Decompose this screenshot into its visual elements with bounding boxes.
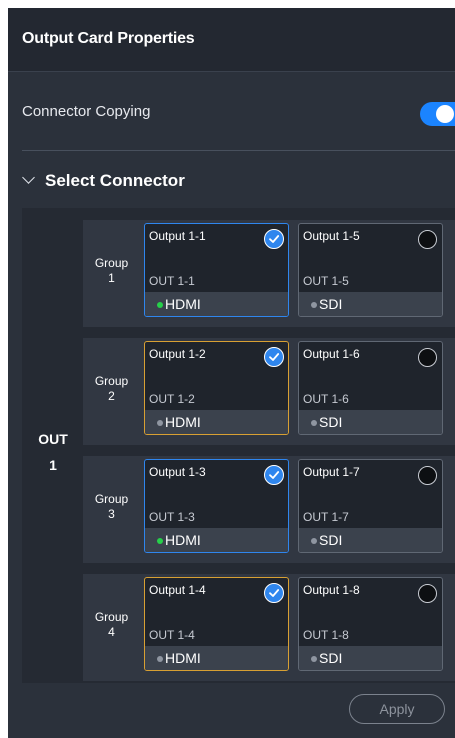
- group-label: Group 4: [83, 610, 140, 640]
- check-circle-icon[interactable]: [264, 465, 284, 485]
- connector-type-bar: SDI: [299, 646, 442, 670]
- connector-group: Group 3 Output 1-3 OUT 1-3 HDMI Output 1-7 OUT…: [83, 456, 455, 563]
- group-label: Group 3: [83, 492, 140, 522]
- output-card-subtitle: OUT 1-1: [149, 274, 195, 288]
- connector-type-label: HDMI: [165, 650, 201, 666]
- output-card-title: Output 1-3: [149, 465, 206, 479]
- output-card-title: Output 1-2: [149, 347, 206, 361]
- radio-empty-icon[interactable]: [418, 466, 437, 485]
- output-card-title: Output 1-4: [149, 583, 206, 597]
- output-card-title: Output 1-6: [303, 347, 360, 361]
- radio-empty-icon[interactable]: [418, 584, 437, 603]
- connector-type-bar: SDI: [299, 528, 442, 552]
- check-circle-icon[interactable]: [264, 583, 284, 603]
- connector-type-bar: HDMI: [145, 292, 288, 316]
- output-card-title: Output 1-5: [303, 229, 360, 243]
- group-number: 1: [108, 271, 115, 285]
- output-card[interactable]: Output 1-6 OUT 1-6 SDI: [298, 341, 443, 435]
- output-card-subtitle: OUT 1-6: [303, 392, 349, 406]
- group-label-text: Group: [94, 256, 129, 270]
- output-card[interactable]: Output 1-1 OUT 1-1 HDMI: [144, 223, 289, 317]
- check-circle-icon[interactable]: [264, 347, 284, 367]
- status-dot-icon: [311, 538, 317, 544]
- status-dot-icon: [311, 656, 317, 662]
- output-card-title: Output 1-7: [303, 465, 360, 479]
- radio-empty-icon[interactable]: [418, 348, 437, 367]
- group-number: 2: [108, 389, 115, 403]
- output-card[interactable]: Output 1-7 OUT 1-7 SDI: [298, 459, 443, 553]
- out-number: 1: [49, 457, 57, 473]
- connector-type-bar: HDMI: [145, 528, 288, 552]
- connector-type-bar: SDI: [299, 292, 442, 316]
- connector-type-label: HDMI: [165, 414, 201, 430]
- check-circle-icon[interactable]: [264, 229, 284, 249]
- group-label-text: Group: [94, 374, 129, 388]
- select-connector-title: Select Connector: [45, 171, 185, 190]
- group-label: Group 1: [83, 256, 140, 286]
- status-dot-icon: [157, 538, 163, 544]
- group-label-text: Group: [94, 492, 129, 506]
- output-card-title: Output 1-8: [303, 583, 360, 597]
- output-card-subtitle: OUT 1-5: [303, 274, 349, 288]
- output-card[interactable]: Output 1-8 OUT 1-8 SDI: [298, 577, 443, 671]
- status-dot-icon: [157, 420, 163, 426]
- toggle-knob: [436, 105, 454, 123]
- output-card-properties-panel: Output Card Properties Connector Copying…: [8, 8, 455, 738]
- panel-title: Output Card Properties: [22, 30, 195, 47]
- connector-type-bar: SDI: [299, 410, 442, 434]
- connector-type-label: HDMI: [165, 532, 201, 548]
- section-divider: [22, 150, 455, 151]
- output-card-subtitle: OUT 1-7: [303, 510, 349, 524]
- output-card[interactable]: Output 1-4 OUT 1-4 HDMI: [144, 577, 289, 671]
- status-dot-icon: [157, 302, 163, 308]
- status-dot-icon: [157, 656, 163, 662]
- connector-copying-toggle[interactable]: [420, 102, 455, 126]
- output-card-title: Output 1-1: [149, 229, 206, 243]
- connector-type-label: SDI: [319, 532, 343, 548]
- status-dot-icon: [311, 302, 317, 308]
- connector-group: Group 2 Output 1-2 OUT 1-2 HDMI Output 1-6 OUT…: [83, 338, 455, 445]
- connector-group: Group 4 Output 1-4 OUT 1-4 HDMI Output 1-8 OUT…: [83, 574, 455, 681]
- connector-copying-row: Connector Copying: [8, 72, 455, 156]
- group-number: 4: [108, 625, 115, 639]
- connector-group: Group 1 Output 1-1 OUT 1-1 HDMI Output 1-5 OUT…: [83, 220, 455, 327]
- output-card[interactable]: Output 1-2 OUT 1-2 HDMI: [144, 341, 289, 435]
- connector-grid: OUT 1 Group 1 Output 1-1 OUT 1-1 HDMI Output …: [22, 208, 455, 683]
- connector-type-bar: HDMI: [145, 646, 288, 670]
- panel-header: Output Card Properties: [8, 8, 455, 72]
- status-dot-icon: [311, 420, 317, 426]
- connector-type-label: SDI: [319, 414, 343, 430]
- output-card-subtitle: OUT 1-4: [149, 628, 195, 642]
- out-label: OUT 1: [22, 426, 84, 478]
- radio-empty-icon[interactable]: [418, 230, 437, 249]
- connector-type-bar: HDMI: [145, 410, 288, 434]
- output-card-subtitle: OUT 1-3: [149, 510, 195, 524]
- out-name: OUT: [38, 431, 68, 447]
- output-card[interactable]: Output 1-5 OUT 1-5 SDI: [298, 223, 443, 317]
- apply-button[interactable]: Apply: [349, 694, 445, 724]
- connector-type-label: SDI: [319, 650, 343, 666]
- group-number: 3: [108, 507, 115, 521]
- output-card-subtitle: OUT 1-2: [149, 392, 195, 406]
- connector-copying-label: Connector Copying: [22, 103, 151, 120]
- group-label: Group 2: [83, 374, 140, 404]
- output-card[interactable]: Output 1-3 OUT 1-3 HDMI: [144, 459, 289, 553]
- connector-type-label: SDI: [319, 296, 343, 312]
- group-label-text: Group: [94, 610, 129, 624]
- connector-type-label: HDMI: [165, 296, 201, 312]
- chevron-down-icon[interactable]: [22, 171, 35, 184]
- output-card-subtitle: OUT 1-8: [303, 628, 349, 642]
